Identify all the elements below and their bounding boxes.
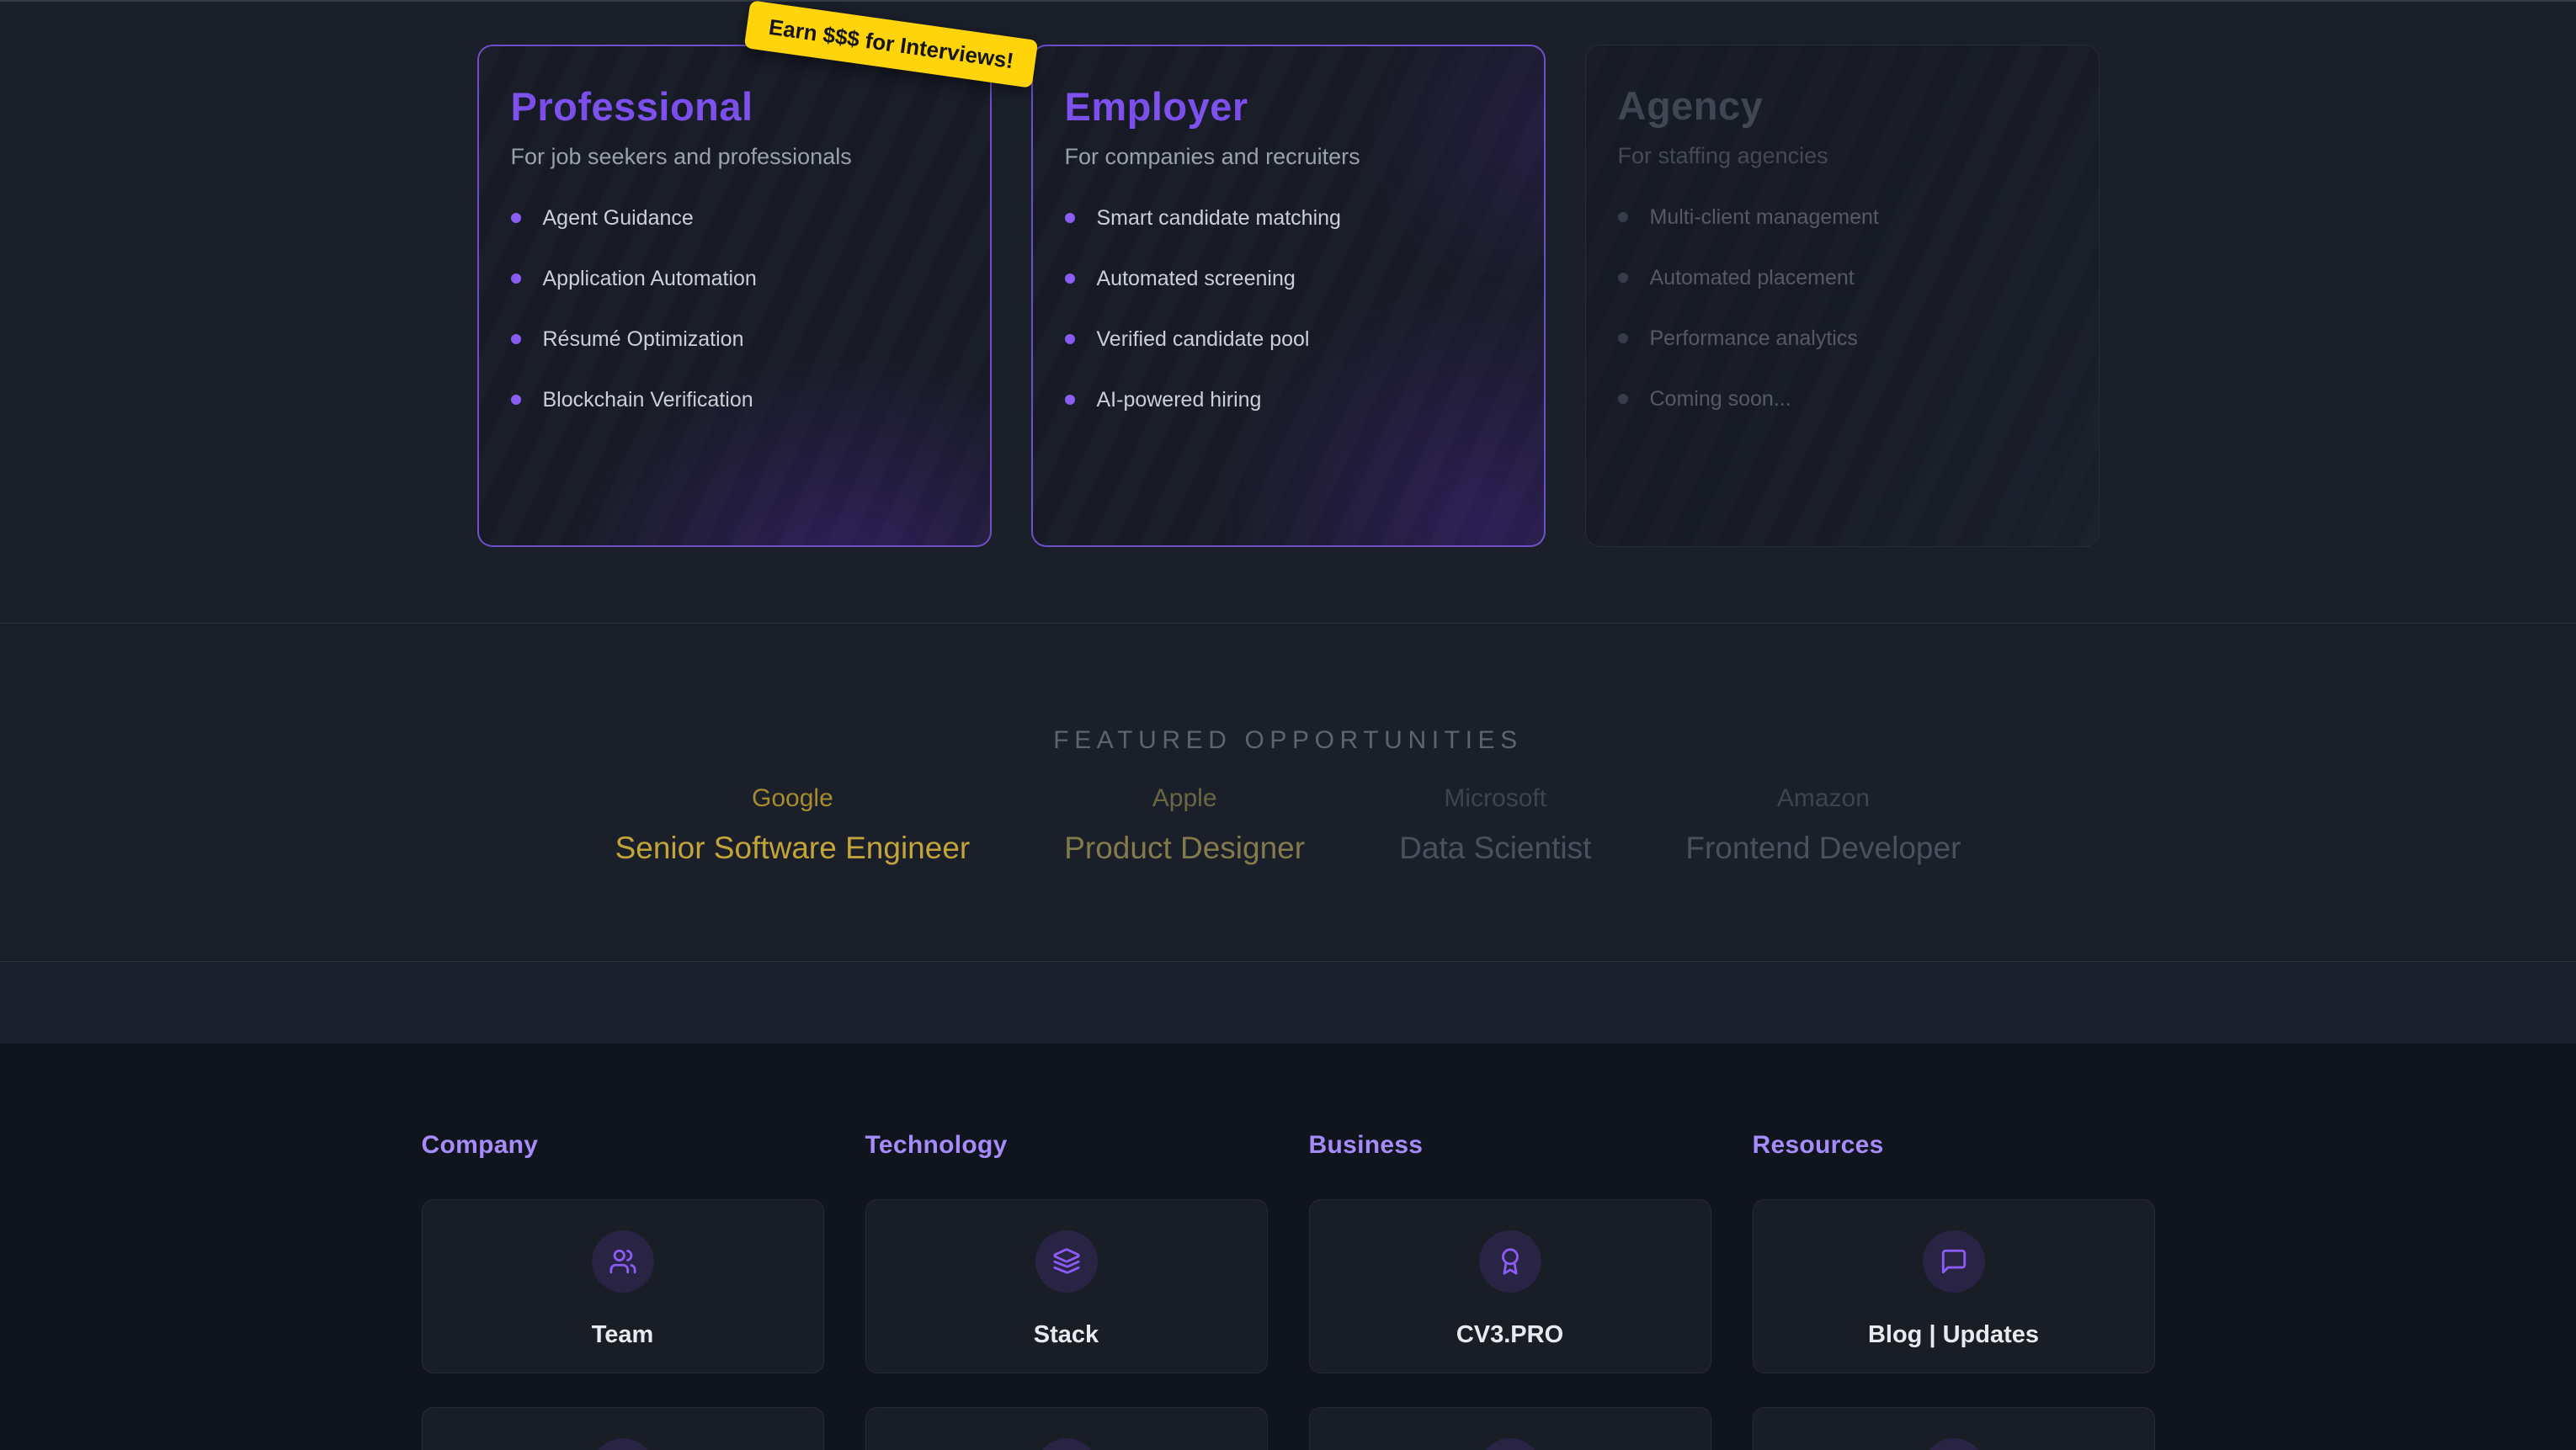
plan-feature: Blockchain Verification: [511, 388, 958, 412]
bullet-dot-icon: [511, 274, 521, 284]
plan-feature-list: Multi-client management Automated placem…: [1618, 205, 2067, 411]
plan-feature: Performance analytics: [1618, 327, 2067, 350]
plans-row: Professional For job seekers and profess…: [0, 2, 2576, 547]
plan-feature: Agent Guidance: [511, 206, 958, 230]
bullet-dot-icon: [1065, 395, 1075, 405]
plan-feature: Automated screening: [1065, 267, 1512, 290]
footer-card-label: Blog | Updates: [1868, 1321, 2039, 1349]
plan-feature-list: Agent Guidance Application Automation Ré…: [511, 206, 958, 412]
bullet-dot-icon: [511, 395, 521, 405]
plan-title: Professional: [511, 83, 958, 130]
featured-job-amazon[interactable]: Amazon Frontend Developer: [1685, 783, 1961, 866]
bullet-dot-icon: [511, 334, 521, 344]
bullet-dot-icon: [1618, 394, 1628, 404]
footer-card-hidden[interactable]: [1753, 1407, 2155, 1450]
message-icon: [1923, 1230, 1985, 1293]
plan-subtitle: For staffing agencies: [1618, 142, 2067, 169]
job-role: Data Scientist: [1399, 831, 1591, 866]
plan-feature: Automated placement: [1618, 266, 2067, 289]
plan-feature: Coming soon...: [1618, 387, 2067, 411]
footer-column-resources: Resources Blog | Updates: [1753, 1131, 2155, 1450]
footer-card-hidden[interactable]: [865, 1407, 1268, 1450]
footer-card-label: Team: [592, 1321, 654, 1349]
spacer-band: [0, 963, 2576, 1044]
job-company: Google: [615, 783, 971, 813]
bullet-dot-icon: [1618, 212, 1628, 222]
hidden-card-icon: [1035, 1438, 1098, 1450]
job-role: Senior Software Engineer: [615, 831, 971, 866]
plan-feature: Verified candidate pool: [1065, 327, 1512, 351]
featured-job-microsoft[interactable]: Microsoft Data Scientist: [1399, 783, 1591, 866]
featured-job-google[interactable]: Google Senior Software Engineer: [615, 783, 971, 866]
plan-card-professional[interactable]: Professional For job seekers and profess…: [477, 45, 992, 547]
footer-column-heading: Business: [1309, 1131, 1711, 1160]
job-company: Amazon: [1685, 783, 1961, 813]
award-icon: [1479, 1230, 1541, 1293]
layers-icon: [1035, 1230, 1098, 1293]
plan-card-employer[interactable]: Employer For companies and recruiters Sm…: [1031, 45, 1546, 547]
bullet-dot-icon: [511, 213, 521, 223]
footer-card-blog-updates[interactable]: Blog | Updates: [1753, 1199, 2155, 1373]
plan-feature-list: Smart candidate matching Automated scree…: [1065, 206, 1512, 412]
footer-grid: Company Team Technology Stack: [422, 1044, 2155, 1450]
plan-feature: Smart candidate matching: [1065, 206, 1512, 230]
featured-job-apple[interactable]: Apple Product Designer: [1064, 783, 1305, 866]
job-company: Microsoft: [1399, 783, 1591, 813]
footer-card-team[interactable]: Team: [422, 1199, 824, 1373]
footer-card-stack[interactable]: Stack: [865, 1199, 1268, 1373]
featured-section-title: FEATURED OPPORTUNITIES: [0, 624, 2576, 755]
bullet-dot-icon: [1065, 213, 1075, 223]
footer-column-heading: Technology: [865, 1131, 1268, 1160]
plans-section: Professional For job seekers and profess…: [0, 0, 2576, 624]
featured-opportunities-section: FEATURED OPPORTUNITIES Google Senior Sof…: [0, 624, 2576, 962]
footer-card-cv3pro[interactable]: CV3.PRO: [1309, 1199, 1711, 1373]
footer-card-hidden[interactable]: [422, 1407, 824, 1450]
footer-column-company: Company Team: [422, 1131, 824, 1450]
plan-title: Employer: [1065, 83, 1512, 130]
users-icon: [592, 1230, 654, 1293]
site-footer: Company Team Technology Stack: [0, 1044, 2576, 1450]
featured-jobs-carousel: Google Senior Software Engineer Apple Pr…: [0, 783, 2576, 866]
plan-subtitle: For job seekers and professionals: [511, 143, 958, 170]
footer-column-heading: Company: [422, 1131, 824, 1160]
plan-feature: Application Automation: [511, 267, 958, 290]
plan-feature: Résumé Optimization: [511, 327, 958, 351]
footer-column-heading: Resources: [1753, 1131, 2155, 1160]
footer-card-hidden[interactable]: [1309, 1407, 1711, 1450]
job-company: Apple: [1064, 783, 1305, 813]
bullet-dot-icon: [1618, 333, 1628, 343]
plan-subtitle: For companies and recruiters: [1065, 143, 1512, 170]
footer-card-label: Stack: [1034, 1321, 1099, 1349]
footer-card-label: CV3.PRO: [1456, 1321, 1563, 1349]
hidden-card-icon: [1479, 1438, 1541, 1450]
hidden-card-icon: [1923, 1438, 1985, 1450]
bullet-dot-icon: [1618, 273, 1628, 283]
job-role: Product Designer: [1064, 831, 1305, 866]
footer-column-business: Business CV3.PRO: [1309, 1131, 1711, 1450]
bullet-dot-icon: [1065, 274, 1075, 284]
plan-feature: Multi-client management: [1618, 205, 2067, 229]
bullet-dot-icon: [1065, 334, 1075, 344]
plan-title: Agency: [1618, 82, 2067, 130]
plan-card-agency-disabled: Agency For staffing agencies Multi-clien…: [1585, 45, 2100, 547]
plan-feature: AI-powered hiring: [1065, 388, 1512, 412]
hidden-card-icon: [592, 1438, 654, 1450]
job-role: Frontend Developer: [1685, 831, 1961, 866]
footer-column-technology: Technology Stack: [865, 1131, 1268, 1450]
